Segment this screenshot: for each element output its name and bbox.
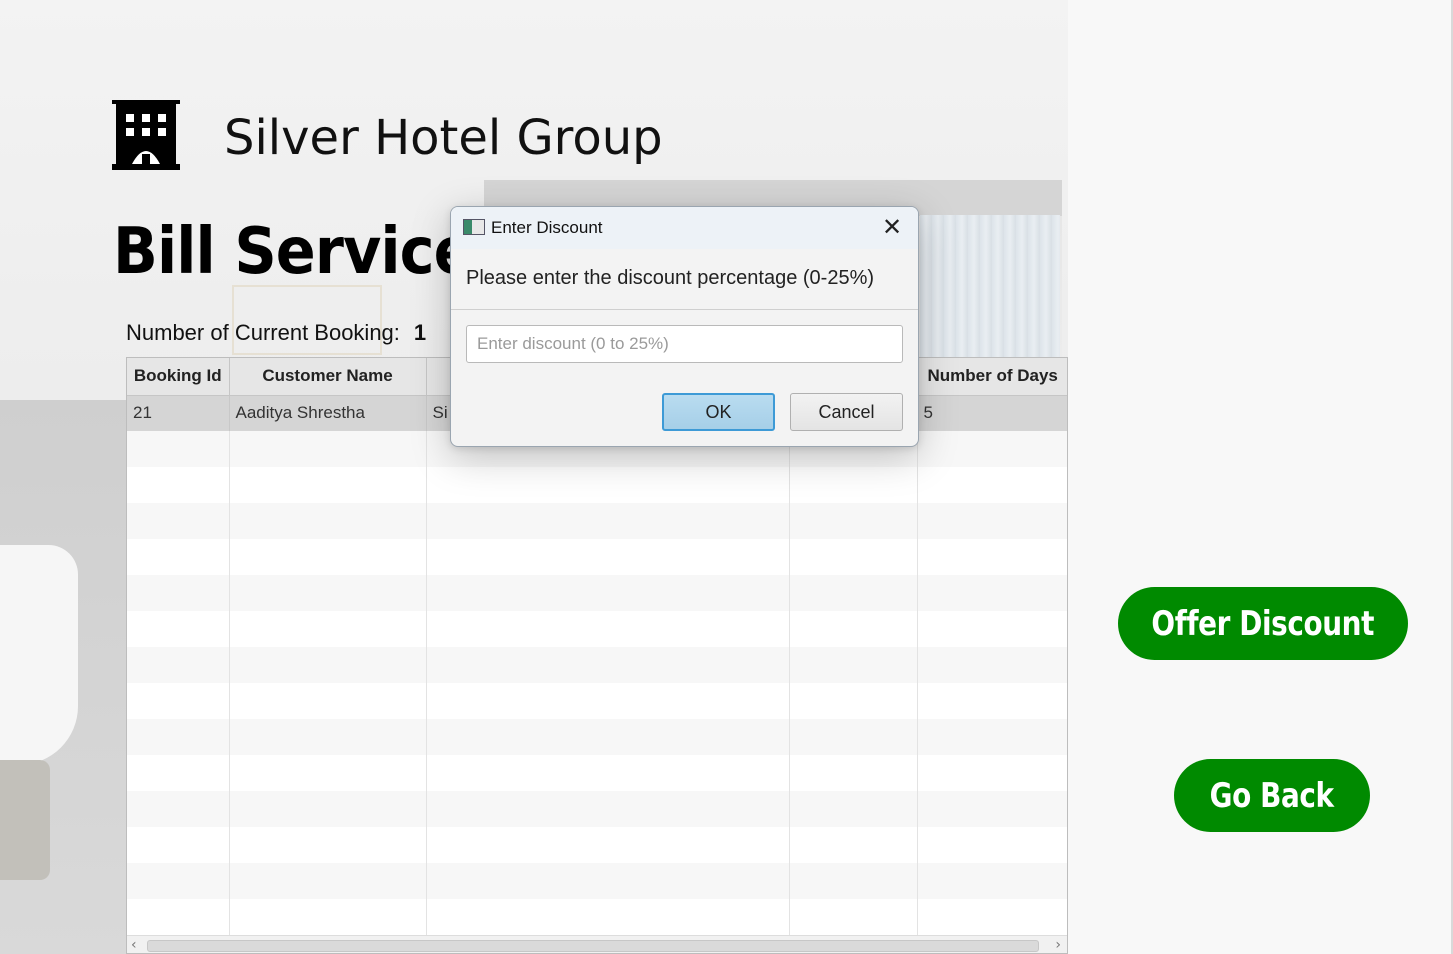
cancel-button[interactable]: Cancel xyxy=(790,393,903,431)
offer-discount-label: Offer Discount xyxy=(1151,603,1375,644)
table-row-empty xyxy=(127,503,1067,539)
table-row-empty xyxy=(127,899,1067,935)
column-header-customer-name[interactable]: Customer Name xyxy=(229,358,427,396)
action-panel: Offer Discount Go Back xyxy=(1068,0,1453,954)
dialog-title: Enter Discount xyxy=(491,218,603,237)
dialog-divider xyxy=(451,309,918,310)
main-panel: Silver Hotel Group Bill Service Number o… xyxy=(0,0,1068,954)
enter-discount-dialog: Enter Discount ✕ Please enter the discou… xyxy=(450,206,919,447)
booking-count-label: Number of Current Booking: xyxy=(126,320,400,345)
hotel-building-icon xyxy=(112,100,180,170)
cell-booking-id: 21 xyxy=(127,395,230,431)
table-row-empty xyxy=(127,683,1067,719)
offer-discount-button[interactable]: Offer Discount xyxy=(1118,587,1408,660)
table-row-empty xyxy=(127,863,1067,899)
ok-button[interactable]: OK xyxy=(662,393,775,431)
table-row-empty xyxy=(127,575,1067,611)
dialog-titlebar[interactable]: Enter Discount ✕ xyxy=(451,207,918,249)
background-lamp-base xyxy=(0,760,50,880)
column-header-number-of-days[interactable]: Number of Days xyxy=(917,358,1067,396)
discount-input[interactable] xyxy=(466,325,903,363)
horizontal-scrollbar[interactable]: ‹ › xyxy=(127,935,1067,953)
column-header-booking-id[interactable]: Booking Id xyxy=(127,358,230,396)
table-row-empty xyxy=(127,467,1067,503)
booking-count-value: 1 xyxy=(413,320,427,345)
dialog-message: Please enter the discount percentage (0-… xyxy=(466,267,875,289)
java-app-icon xyxy=(463,219,485,235)
scroll-right-icon[interactable]: › xyxy=(1055,936,1061,953)
brand-logo xyxy=(112,100,180,170)
table-row-empty xyxy=(127,647,1067,683)
brand-name: Silver Hotel Group xyxy=(224,110,663,166)
background-lamp-shade xyxy=(0,545,78,765)
background-curtain xyxy=(920,215,1060,360)
table-row-empty xyxy=(127,791,1067,827)
go-back-button[interactable]: Go Back xyxy=(1174,759,1370,832)
cell-customer-name: Aaditya Shrestha xyxy=(229,395,427,431)
table-row-empty xyxy=(127,611,1067,647)
close-icon[interactable]: ✕ xyxy=(876,213,908,243)
page-title: Bill Service xyxy=(113,215,474,289)
table-row-empty xyxy=(127,827,1067,863)
scroll-left-icon[interactable]: ‹ xyxy=(131,936,137,953)
table-row-empty xyxy=(127,719,1067,755)
go-back-label: Go Back xyxy=(1209,775,1334,816)
table-row-empty xyxy=(127,539,1067,575)
scrollbar-thumb[interactable] xyxy=(147,940,1039,952)
cell-number-of-days: 5 xyxy=(917,395,1067,431)
booking-count: Number of Current Booking: 1 xyxy=(126,320,426,346)
table-row-empty xyxy=(127,755,1067,791)
